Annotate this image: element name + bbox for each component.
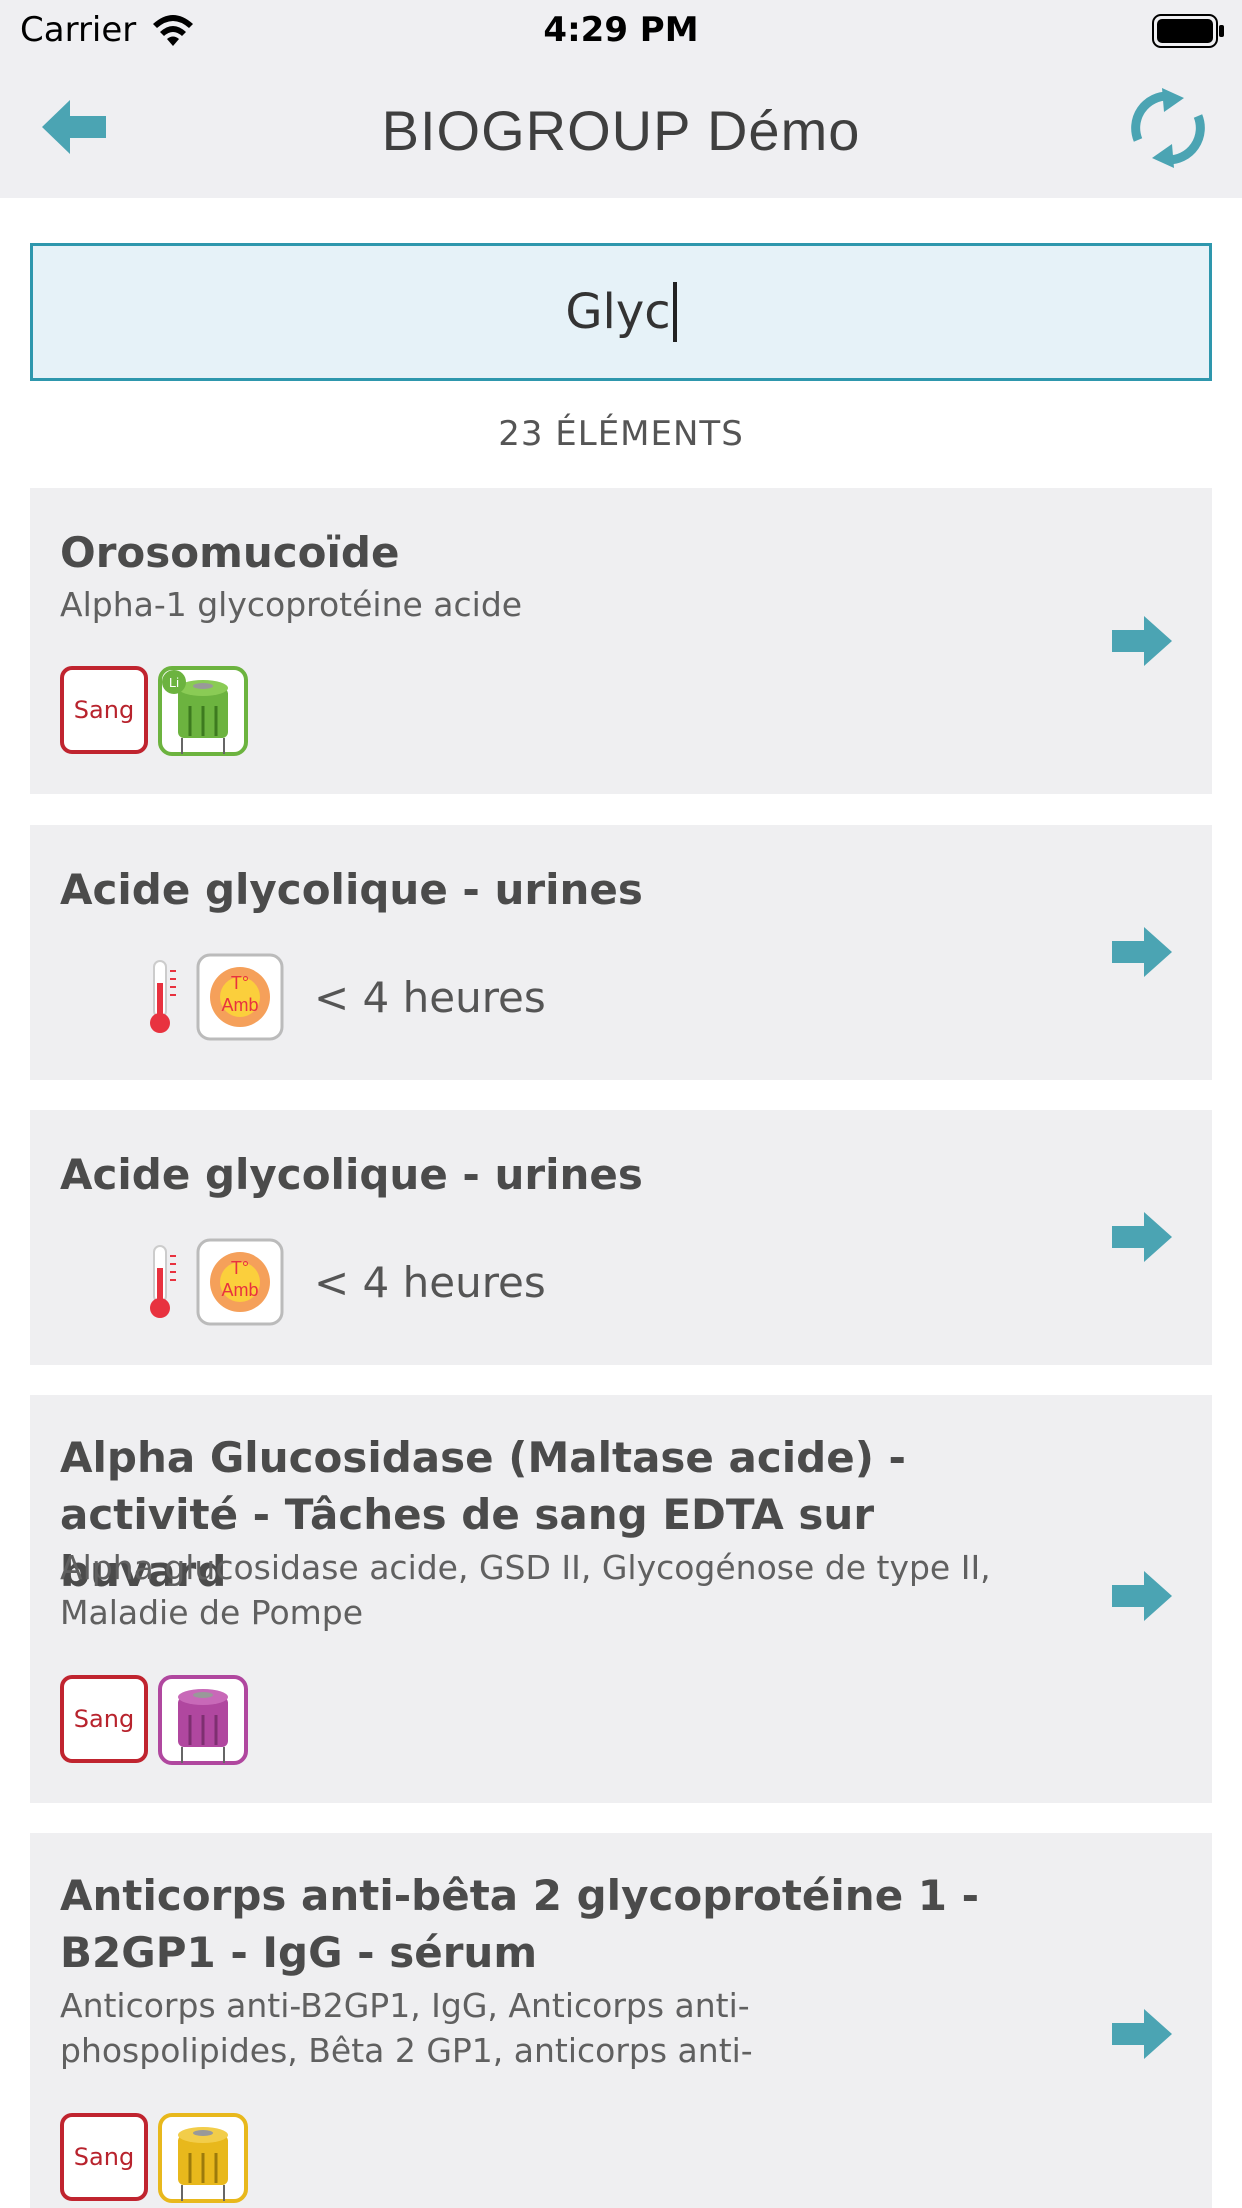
item-subtitle-line: Maladie de Pompe bbox=[60, 1593, 364, 1632]
item-subtitle: Alpha glucosidase acide, GSD II, Glycogé… bbox=[60, 1545, 1040, 1635]
page-title: BIOGROUP Démo bbox=[381, 99, 861, 162]
item-title: Anticorps anti-bêta 2 glycoprotéine 1 - … bbox=[60, 1867, 1040, 1981]
sang-badge: Sang bbox=[60, 666, 148, 754]
item-title: Orosomucoïde bbox=[60, 528, 400, 577]
temp-label: Amb bbox=[221, 995, 258, 1015]
chevron-right-arrow-icon[interactable] bbox=[1110, 925, 1174, 979]
sang-badge-label: Sang bbox=[73, 696, 135, 724]
item-subtitle: Anticorps anti-B2GP1, IgG, Anticorps ant… bbox=[60, 1983, 1040, 2073]
clock: 4:29 PM bbox=[543, 10, 699, 50]
item-title: Acide glycolique - urines bbox=[60, 1150, 643, 1199]
battery-icon bbox=[1152, 14, 1224, 48]
sang-badge-label: Sang bbox=[73, 1705, 135, 1733]
temp-label: T° bbox=[231, 1258, 249, 1278]
list-item[interactable]: Acide glycolique - urines T° Amb < 4 heu… bbox=[30, 1110, 1212, 1365]
chevron-right-arrow-icon[interactable] bbox=[1110, 1569, 1174, 1623]
item-title-line: Alpha Glucosidase (Maltase acide) - bbox=[60, 1433, 906, 1482]
sang-badge: Sang bbox=[60, 1675, 148, 1763]
results-count: 23 ÉLÉMENTS bbox=[498, 414, 744, 454]
list-item[interactable]: Acide glycolique - urines T° Amb < 4 heu… bbox=[30, 825, 1212, 1080]
thermometer-icon bbox=[150, 960, 176, 1033]
sang-badge: Sang bbox=[60, 2113, 148, 2201]
list-item[interactable]: Orosomucoïde Alpha-1 glycoprotéine acide… bbox=[30, 488, 1212, 794]
search-input-value: Glyc bbox=[565, 284, 671, 340]
chevron-right-arrow-icon[interactable] bbox=[1110, 1210, 1174, 1264]
storage-condition: < 4 heures bbox=[314, 973, 546, 1022]
list-item[interactable]: Anticorps anti-bêta 2 glycoprotéine 1 - … bbox=[30, 1833, 1212, 2208]
chevron-right-arrow-icon[interactable] bbox=[1110, 2007, 1174, 2061]
chevron-right-arrow-icon[interactable] bbox=[1110, 614, 1174, 668]
ambient-temperature-icon: T° Amb bbox=[196, 953, 284, 1041]
purple-edta-tube-icon bbox=[158, 1675, 248, 1765]
text-cursor bbox=[672, 282, 677, 342]
green-lithium-tube-icon: Li bbox=[158, 666, 248, 756]
status-bar: Carrier 4:29 PM bbox=[0, 0, 1242, 62]
item-title-line: Anticorps anti-bêta 2 glycoprotéine 1 - bbox=[60, 1871, 980, 1920]
refresh-icon[interactable] bbox=[1128, 88, 1208, 168]
item-subtitle-line: Anticorps anti-B2GP1, IgG, Anticorps ant… bbox=[60, 1986, 750, 2025]
item-title: Acide glycolique - urines bbox=[60, 865, 643, 914]
tube-label: Li bbox=[169, 675, 179, 690]
sang-badge-label: Sang bbox=[73, 2143, 135, 2171]
item-subtitle-line: Alpha glucosidase acide, GSD II, Glycogé… bbox=[60, 1548, 991, 1587]
ambient-temperature-icon: T° Amb bbox=[196, 1238, 284, 1326]
list-item[interactable]: Alpha Glucosidase (Maltase acide) - acti… bbox=[30, 1395, 1212, 1803]
item-subtitle: Alpha-1 glycoprotéine acide bbox=[60, 585, 523, 624]
yellow-tube-icon bbox=[158, 2113, 248, 2203]
thermometer-icon bbox=[150, 1245, 176, 1318]
search-input[interactable]: Glyc bbox=[30, 243, 1212, 381]
navigation-bar: BIOGROUP Démo bbox=[0, 62, 1242, 198]
temp-label: Amb bbox=[221, 1280, 258, 1300]
item-title-line: B2GP1 - IgG - sérum bbox=[60, 1928, 538, 1977]
storage-condition: < 4 heures bbox=[314, 1258, 546, 1307]
temp-label: T° bbox=[231, 973, 249, 993]
item-subtitle-line: phospolipides, Bêta 2 GP1, anticorps ant… bbox=[60, 2031, 753, 2070]
